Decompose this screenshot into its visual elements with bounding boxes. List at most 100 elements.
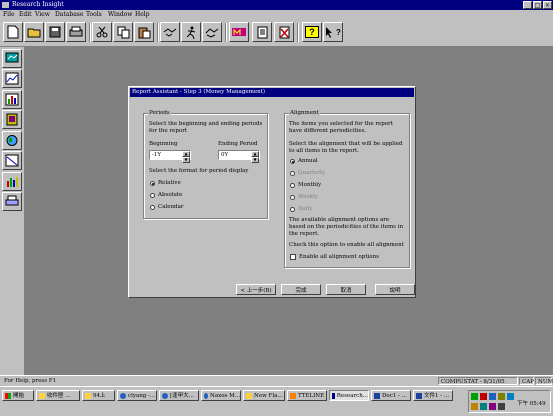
radio-dot <box>290 170 295 176</box>
task-item[interactable]: 文件1 - ... <box>413 390 453 401</box>
align-monthly-label: Monthly <box>298 182 322 188</box>
align-quarterly-label: Quarterly <box>298 170 325 176</box>
check-prompt-text: Check this option to enable all alignmen… <box>289 242 404 248</box>
toolbar-separator <box>225 23 227 42</box>
left-tool-5-button[interactable] <box>2 131 22 150</box>
menu-file[interactable]: File <box>3 11 15 18</box>
align-quarterly-radio[interactable]: Quarterly <box>290 170 325 176</box>
radio-dot <box>290 206 295 212</box>
task-item[interactable]: Naxos M... <box>201 390 241 401</box>
radio-dot <box>290 182 295 188</box>
report-m-button[interactable] <box>229 22 249 42</box>
window-titlebar[interactable]: Research Insight _ □ × <box>0 0 553 10</box>
windows-logo-icon <box>5 392 11 399</box>
minimize-button[interactable]: _ <box>523 1 532 9</box>
copy-button[interactable] <box>113 22 133 42</box>
left-tool-6-button[interactable] <box>2 151 22 170</box>
format-absolute-radio[interactable]: Absolute <box>150 192 182 198</box>
print-button[interactable] <box>66 22 86 42</box>
align-monthly-radio[interactable]: Monthly <box>290 182 321 188</box>
enable-all-alignment-checkbox[interactable]: Enable all alignment options <box>290 254 379 260</box>
align-annual-radio[interactable]: Annual <box>290 158 318 164</box>
help-question-icon: ? <box>305 26 319 38</box>
dialog-title: Report Assistant - Step 3 (Money Managem… <box>132 89 265 95</box>
format-calendar-radio[interactable]: Calendar <box>150 204 183 210</box>
radio-dot <box>290 158 295 164</box>
handshake-2-button[interactable] <box>202 22 222 42</box>
tray-ime-icon[interactable] <box>507 393 514 400</box>
ending-down-arrow[interactable]: ▼ <box>251 157 259 163</box>
close-button[interactable]: × <box>543 1 552 9</box>
new-file-button[interactable] <box>3 22 23 42</box>
cut-button[interactable] <box>92 22 112 42</box>
run-button[interactable] <box>181 22 201 42</box>
paste-button[interactable] <box>134 22 154 42</box>
window-title: Research Insight <box>12 1 64 8</box>
copy-icon <box>117 26 129 38</box>
beginning-period-spinner[interactable]: -1Y ▲ ▼ <box>149 150 191 163</box>
help-button[interactable]: ? <box>302 22 322 42</box>
dialog-titlebar[interactable]: Report Assistant - Step 3 (Money Managem… <box>130 88 414 97</box>
left-tool-4-button[interactable] <box>2 110 22 129</box>
menu-bar: File Edit View Database Tools Window Hel… <box>0 10 553 20</box>
cancel-button[interactable]: 取消 <box>326 284 366 295</box>
task-item[interactable]: 94上 <box>82 390 115 401</box>
menu-tools[interactable]: Tools <box>86 11 102 18</box>
task-item-active[interactable]: Research... <box>329 390 369 401</box>
ending-period-spinner[interactable]: 0Y ▲ ▼ <box>218 150 260 163</box>
toolbar-separator <box>89 23 91 42</box>
align-weekly-radio[interactable]: Weekly <box>290 194 318 200</box>
menu-edit[interactable]: Edit <box>19 11 32 18</box>
task-item[interactable]: 收件匣 ... <box>36 390 80 401</box>
radio-dot <box>150 180 155 186</box>
open-folder-button[interactable] <box>24 22 44 42</box>
clock[interactable]: 下午 05:49 <box>517 399 546 407</box>
menu-view[interactable]: View <box>35 11 50 18</box>
task-item[interactable]: [逢甲大... <box>159 390 199 401</box>
tray-app-icon[interactable] <box>480 403 487 410</box>
ending-period-value[interactable]: 0Y <box>219 151 251 159</box>
left-tool-8-button[interactable] <box>2 192 22 211</box>
align-daily-radio[interactable]: Daily <box>290 206 312 212</box>
beginning-period-value[interactable]: -1Y <box>150 151 182 159</box>
app-icon[interactable] <box>2 2 9 8</box>
task-item[interactable]: New Fla... <box>243 390 285 401</box>
tray-messenger-icon[interactable] <box>489 393 496 400</box>
align-weekly-label: Weekly <box>298 194 318 200</box>
beginning-down-arrow[interactable]: ▼ <box>182 157 190 163</box>
task-item[interactable]: clyang -... <box>117 390 157 401</box>
radio-dot <box>150 192 155 198</box>
menu-database[interactable]: Database <box>55 11 83 18</box>
left-tool-2-button[interactable] <box>2 69 22 88</box>
task-item[interactable]: Doc1 - ... <box>371 390 411 401</box>
finish-button[interactable]: 完成 <box>281 284 321 295</box>
periods-group: Periods Select the beginning and ending … <box>143 110 268 219</box>
bar-chart-tool-icon <box>5 93 19 106</box>
tray-network-icon[interactable] <box>471 393 478 400</box>
delete-report-button[interactable] <box>274 22 294 42</box>
menu-window[interactable]: Window <box>108 11 132 18</box>
task-label: New Fla... <box>254 392 283 399</box>
tray-app-icon[interactable] <box>489 403 496 410</box>
context-help-button[interactable]: ? <box>323 22 343 42</box>
tray-app-icon[interactable] <box>471 403 478 410</box>
start-button[interactable]: 開始 <box>2 390 34 401</box>
tray-antivirus-icon[interactable] <box>480 393 487 400</box>
format-relative-radio[interactable]: Relative <box>150 180 181 186</box>
tray-app-icon[interactable] <box>498 403 505 410</box>
left-tool-7-button[interactable] <box>2 172 22 191</box>
menu-help[interactable]: Help <box>135 11 150 18</box>
maximize-button[interactable]: □ <box>533 1 542 9</box>
left-tool-3-button[interactable] <box>2 90 22 109</box>
back-button[interactable]: < 上一步(B) <box>236 284 276 295</box>
tray-volume-icon[interactable] <box>498 393 505 400</box>
help-dialog-button[interactable]: 說明 <box>375 284 415 295</box>
handshake-button[interactable] <box>160 22 180 42</box>
left-tool-1-button[interactable] <box>2 49 22 68</box>
catalog-button[interactable] <box>252 22 272 42</box>
browser-icon <box>204 392 209 399</box>
browser-icon <box>162 392 168 399</box>
alignment-note-text: The available alignment options are base… <box>289 217 404 237</box>
save-button[interactable] <box>45 22 65 42</box>
task-item[interactable]: TTELINE <box>287 390 327 401</box>
